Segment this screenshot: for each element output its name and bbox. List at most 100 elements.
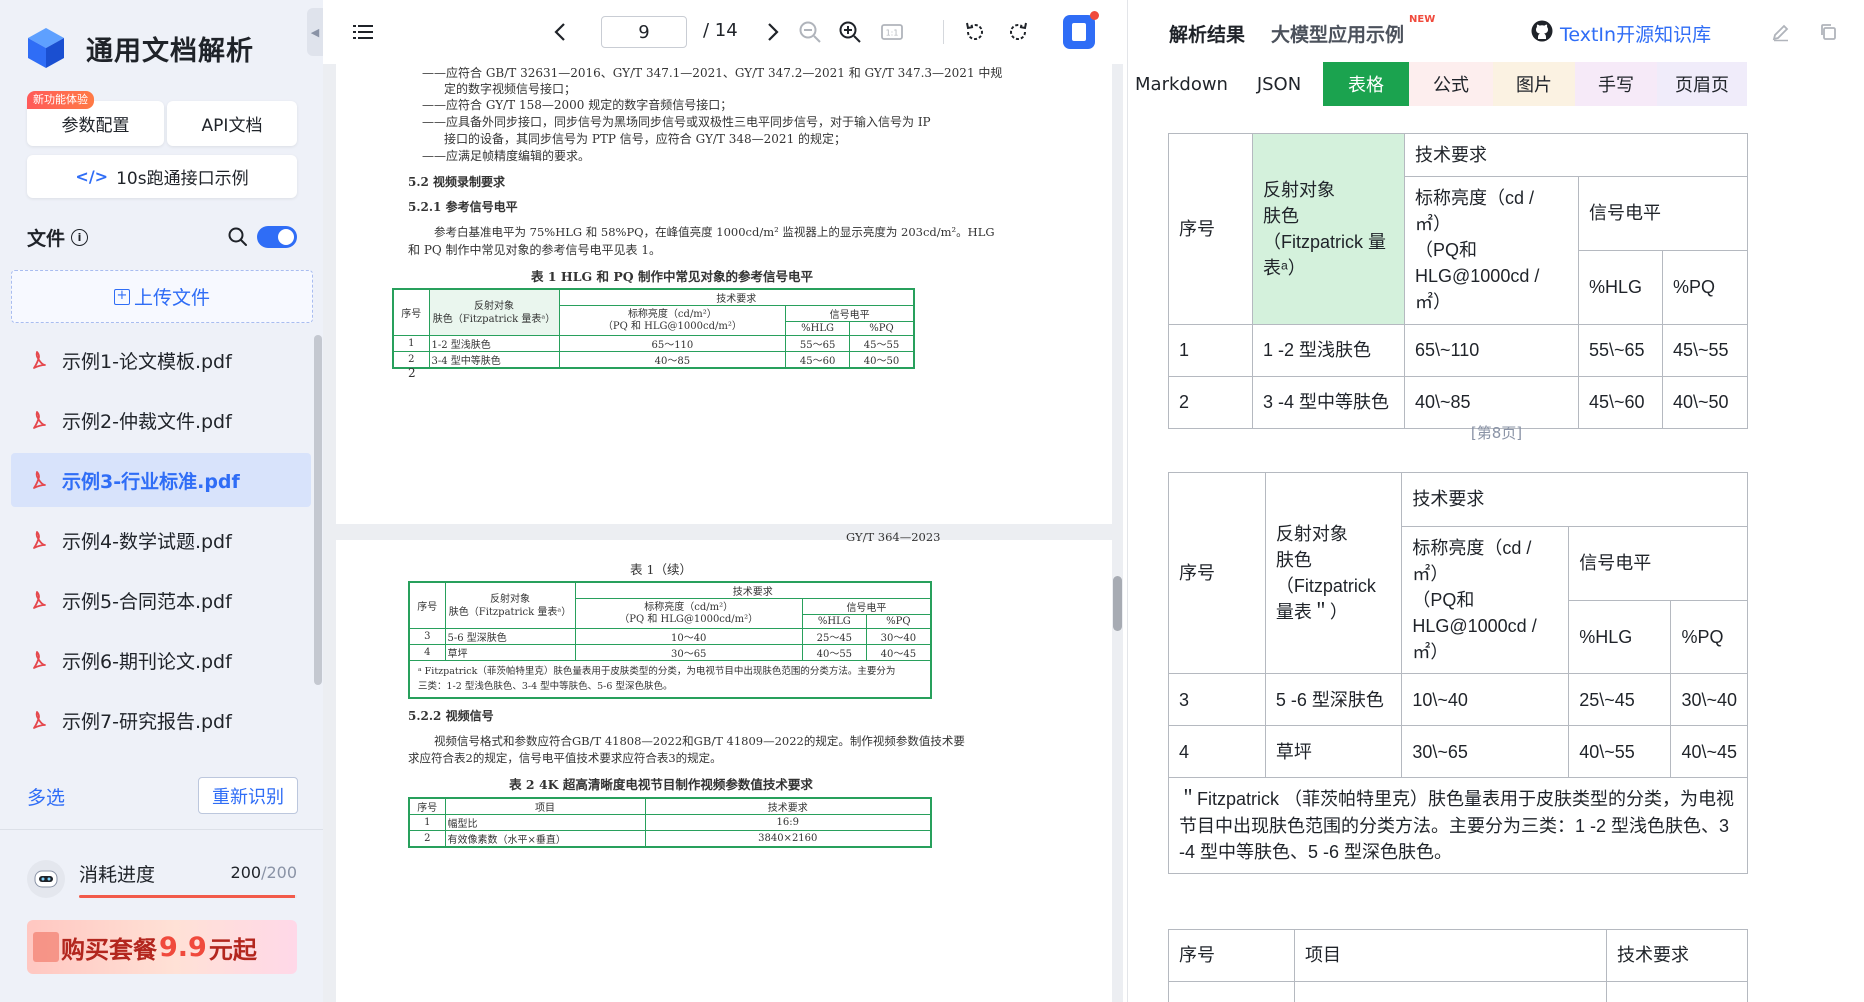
table-header-cell: %HLG	[801, 614, 867, 629]
section-heading: 5.2 视频录制要求	[408, 175, 506, 189]
next-page-icon[interactable]	[763, 21, 783, 43]
result-cell: 1	[1168, 323, 1253, 377]
tab-result-4[interactable]: 图片	[1493, 62, 1575, 106]
edit-icon[interactable]	[1771, 22, 1791, 42]
header-text: 标称亮度（cd/m²）	[627, 308, 717, 320]
actual-size-icon[interactable]: 1:1	[880, 20, 904, 44]
usage-progress: 消耗进度 200/200	[27, 855, 297, 898]
copy-icon[interactable]	[1818, 22, 1838, 42]
file-item[interactable]: 示例2-仲裁文件.pdf	[11, 393, 311, 447]
result-cell: 4	[1168, 725, 1266, 779]
footnote-line: 三类：1-2 型浅色肤色、3-4 型中等肤色、5-6 型深色肤色。	[418, 681, 673, 692]
result-header-cell: %HLG	[1578, 249, 1663, 325]
table-caption: 表 1 HLG 和 PQ 制作中常见对象的参考信号电平	[530, 269, 814, 284]
result-cell	[1606, 981, 1748, 1002]
page-total: / 14	[703, 20, 738, 41]
file-item[interactable]: 示例1-论文模板.pdf	[11, 333, 311, 387]
file-item[interactable]: 示例7-研究报告.pdf	[11, 693, 311, 747]
demo-api-button[interactable]: </> 10s跑通接口示例	[27, 155, 297, 198]
files-header: 文件 i	[27, 223, 297, 251]
file-name: 示例4-数学试题.pdf	[62, 530, 232, 553]
table-cell: 1	[408, 814, 446, 831]
table-cell: 5-6 型深肤色	[444, 628, 576, 645]
demo-api-label: 10s跑通接口示例	[116, 169, 249, 189]
file-list-scrollbar[interactable]	[314, 335, 322, 685]
page-line: 参考白基准电平为 75%HLG 和 58%PQ，在峰值亮度 1000cd/m² …	[434, 225, 995, 239]
open-source-link[interactable]: TextIn开源知识库	[1560, 20, 1711, 47]
result-table-2: 序号 反射对象 肤色（Fitzpatrick 量表＂） 技术要求 标称亮度（cd…	[1168, 471, 1748, 874]
result-header-cell: 序号	[1168, 929, 1295, 982]
progress-used: 200	[230, 863, 262, 882]
tab-result-6[interactable]: 页眉页	[1657, 62, 1747, 106]
tab-result-2[interactable]: 表格	[1323, 62, 1409, 106]
header-text: （PQ 和 HLG@1000cd/m²）	[619, 613, 759, 625]
page-number-input[interactable]: 9	[601, 16, 687, 48]
result-cell: 5 -6 型深肤色	[1264, 673, 1403, 727]
chevron-left-icon: ◀	[310, 25, 320, 39]
table-footnote: ᵃ Fitzpatrick（菲茨帕特里克）肤色量表用于皮肤类型的分类，为电视节目…	[408, 660, 932, 699]
tab-llm-examples[interactable]: 大模型应用示例	[1271, 20, 1404, 47]
pdf-file-icon	[33, 591, 46, 609]
new-feature-badge: 新功能体验	[27, 91, 94, 109]
table-row: 1 1 -2 型浅肤色 65\~110 55\~65 45\~55	[1168, 323, 1748, 377]
app-title: 通用文档解析	[86, 35, 254, 67]
result-cell: 3	[1168, 673, 1266, 727]
github-icon[interactable]	[1531, 20, 1553, 42]
pdf-file-icon	[33, 711, 46, 729]
table-header-cell: %PQ	[865, 614, 932, 629]
file-item[interactable]: 示例3-行业标准.pdf	[11, 453, 311, 507]
page-line: 视频信号格式和参数应符合GB/T 41808—2022和GB/T 41809—2…	[434, 734, 965, 748]
api-docs-button[interactable]: API文档	[167, 101, 297, 146]
result-header-cell: 序号	[1168, 471, 1266, 675]
table-header-cell: 信号电平	[801, 598, 932, 615]
result-table-1: 序号 反射对象 肤色（Fitzpatrick 量表ᵃ） 技术要求 标称亮度（cd…	[1168, 132, 1748, 429]
page-line: 接口的设备，其同步信号为 PTP 信号，应符合 GY/T 348—2021 的规…	[444, 132, 847, 146]
file-item[interactable]: 示例4-数学试题.pdf	[11, 513, 311, 567]
info-icon[interactable]: i	[71, 228, 89, 246]
result-header-cell: 标称亮度（cd / ㎡） （PQ和 HLG@1000cd / ㎡）	[1401, 525, 1570, 675]
file-name: 示例3-行业标准.pdf	[62, 470, 240, 493]
tab-parse-result[interactable]: 解析结果	[1169, 20, 1245, 47]
table-header-cell: 技术要求	[574, 581, 932, 599]
result-cell: 45\~60	[1578, 375, 1663, 429]
upload-file-button[interactable]: + 上传文件	[11, 270, 313, 323]
buy-package-banner[interactable]: 购买套餐 9.9 元起	[27, 920, 297, 974]
rotate-right-icon[interactable]	[1006, 20, 1030, 44]
sidebar-divider	[0, 829, 323, 830]
result-cell: 40\~45	[1670, 725, 1748, 779]
rotate-left-icon[interactable]	[963, 20, 987, 44]
file-item[interactable]: 示例6-期刊论文.pdf	[11, 633, 311, 687]
table-cell: 16:9	[644, 814, 932, 831]
zoom-out-icon[interactable]	[798, 20, 822, 44]
page-marker: [第8页]	[1470, 424, 1523, 442]
table-header-cell: 序号	[408, 797, 446, 815]
prev-page-icon[interactable]	[550, 21, 570, 43]
result-table-3: 序号 项目 技术要求	[1168, 929, 1748, 1002]
results-header: 解析结果 大模型应用示例 NEW TextIn开源知识库	[1128, 0, 1864, 64]
multi-select-link[interactable]: 多选	[27, 783, 65, 810]
search-icon[interactable]	[227, 226, 249, 248]
reidentify-button[interactable]: 重新识别	[198, 777, 298, 814]
tab-result-3[interactable]: 公式	[1409, 62, 1493, 106]
progress-fill	[79, 895, 295, 898]
table-row: 1 幅型比 16:9	[408, 814, 932, 831]
tab-result-1[interactable]: JSON	[1235, 62, 1323, 106]
table-row: 2 有效像素数（水平×垂直） 3840×2160	[408, 830, 932, 848]
header-text: 反射对象	[490, 593, 530, 605]
collapse-sidebar-button[interactable]: ◀	[307, 8, 323, 56]
zoom-in-icon[interactable]	[838, 20, 862, 44]
pdf-viewer: 9 / 14 1:1 ——应符合 GB/T 32631—2016、GY/T 34…	[323, 0, 1123, 1002]
viewer-scrollbar[interactable]	[1113, 576, 1122, 631]
section-heading: 5.2.1 参考信号电平	[408, 200, 518, 214]
result-cell: 40\~55	[1568, 725, 1672, 779]
outline-menu-icon[interactable]	[353, 22, 373, 42]
footnote-line: ᵃ Fitzpatrick（菲茨帕特里克）肤色量表用于皮肤类型的分类，为电视节目…	[418, 666, 896, 677]
tab-result-5[interactable]: 手写	[1575, 62, 1657, 106]
file-item[interactable]: 示例5-合同范本.pdf	[11, 573, 311, 627]
tab-result-0[interactable]: Markdown	[1128, 62, 1235, 106]
result-cell: 30\~65	[1401, 725, 1570, 779]
document-view-icon[interactable]	[1063, 11, 1099, 49]
page-line: ——应符合 GB/T 32631—2016、GY/T 347.1—2021、GY…	[422, 66, 1003, 80]
file-name: 示例5-合同范本.pdf	[62, 590, 232, 613]
files-toggle[interactable]	[257, 226, 297, 248]
